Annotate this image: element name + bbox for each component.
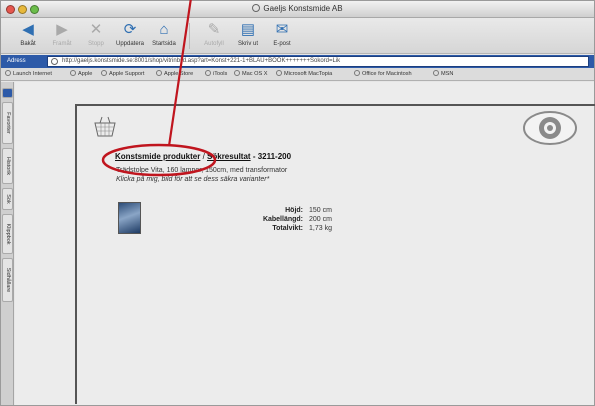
address-label: Adress <box>7 58 26 64</box>
favorite-link[interactable]: iTools <box>205 70 227 79</box>
favorite-icon <box>433 70 439 76</box>
forward-button[interactable]: ▶ Framåt <box>43 20 81 52</box>
spec-row: Totalvikt: 1,73 kg <box>253 224 332 233</box>
stop-label: Stopp <box>88 41 104 47</box>
favorite-label: Office for Macintosh <box>362 71 412 77</box>
address-input[interactable]: http://gaeljs.konstsmide.se:8001/shop/vi… <box>47 56 589 67</box>
page-globe-icon <box>252 4 261 12</box>
address-url: http://gaeljs.konstsmide.se:8001/shop/vi… <box>62 58 341 64</box>
spec-value: 1,73 kg <box>309 225 332 232</box>
print-button[interactable]: ▤ Skriv ut <box>229 20 267 52</box>
explorer-bar-toggle[interactable] <box>2 88 13 98</box>
page-frame <box>75 104 595 404</box>
home-icon: ⌂ <box>159 21 169 38</box>
tab-scrapbook[interactable]: Klippbok <box>2 214 13 254</box>
spec-value: 150 cm <box>309 207 332 214</box>
favorite-label: Apple Store <box>164 71 194 77</box>
breadcrumb-products-link[interactable]: Konstsmide produkter <box>115 152 200 161</box>
autofill-label: Autofyll <box>204 41 224 47</box>
favorite-link[interactable]: Apple Store <box>156 70 193 79</box>
product-thumbnail[interactable] <box>118 202 141 234</box>
favorite-link[interactable]: Apple Support <box>101 70 144 79</box>
mail-label: E-post <box>273 41 291 47</box>
explorer-bar-tabs: Favoriter Historik Sök Klippbok Sidhålla… <box>1 82 14 405</box>
favorite-icon <box>101 70 107 76</box>
favorite-link[interactable]: Mac OS X <box>234 70 268 79</box>
tab-search[interactable]: Sök <box>2 188 13 210</box>
favorite-icon <box>205 70 211 76</box>
tab-history-label: Historik <box>4 156 11 176</box>
favorite-icon <box>276 70 282 76</box>
back-button[interactable]: ◀ Bakåt <box>9 20 47 52</box>
breadcrumb-separator: / <box>200 152 208 161</box>
favorite-label: Launch Internet <box>13 71 52 77</box>
back-label: Bakåt <box>20 41 36 47</box>
forward-label: Framåt <box>52 41 72 47</box>
spec-key: Kabellängd: <box>262 216 303 223</box>
address-bar: Adress http://gaeljs.konstsmide.se:8001/… <box>1 55 594 68</box>
browser-window: Gaeljs Konstsmide AB ◀ Bakåt ▶ Framåt ✕ … <box>0 0 595 406</box>
breadcrumb-results-link[interactable]: Sökresultat <box>207 152 251 161</box>
home-label: Startsida <box>152 41 176 47</box>
favorite-label: iTools <box>213 71 228 77</box>
eye-logo-icon <box>523 111 577 145</box>
autofill-button[interactable]: ✎ Autofyll <box>195 20 233 52</box>
spec-value: 200 cm <box>309 216 332 223</box>
tab-page-holder-label: Sidhållare <box>4 267 11 293</box>
tab-favorites[interactable]: Favoriter <box>2 102 13 144</box>
spec-key: Höjd: <box>285 207 303 214</box>
home-button[interactable]: ⌂ Startsida <box>145 20 183 52</box>
print-icon: ▤ <box>240 21 256 38</box>
stop-button[interactable]: ✕ Stopp <box>77 20 115 52</box>
description-note: Klicka på mig, bild för att se dess säkr… <box>116 176 270 183</box>
tab-page-holder[interactable]: Sidhållare <box>2 258 13 302</box>
favorite-icon <box>234 70 240 76</box>
refresh-icon: ⟳ <box>123 21 137 38</box>
description-text: Trädstolpe Vita, 160 lampor, 150cm, med … <box>116 167 288 174</box>
favorite-link[interactable]: Microsoft MacTopia <box>276 70 332 79</box>
favorite-link[interactable]: MSN <box>433 70 453 79</box>
spec-key: Totalvikt: <box>272 225 303 232</box>
favorite-label: Mac OS X <box>242 71 268 77</box>
favorite-label: MSN <box>441 71 454 77</box>
spec-row: Kabellängd: 200 cm <box>253 215 332 224</box>
product-specs: Höjd: 150 cm Kabellängd: 200 cm Totalvikt:… <box>253 206 332 233</box>
url-globe-icon <box>51 58 58 65</box>
favorite-link[interactable]: Launch Internet <box>5 70 52 79</box>
title-bar: Gaeljs Konstsmide AB <box>1 1 594 18</box>
back-arrow-icon: ◀ <box>22 21 34 38</box>
product-code: - 3211-200 <box>250 152 292 161</box>
favorite-link[interactable]: Office for Macintosh <box>354 70 412 79</box>
tab-history[interactable]: Historik <box>2 148 13 184</box>
toolbar: ◀ Bakåt ▶ Framåt ✕ Stopp ⟳ Uppdatera ⌂ S… <box>1 18 594 54</box>
spec-row: Höjd: 150 cm <box>253 206 332 215</box>
print-label: Skriv ut <box>237 41 258 47</box>
favorite-label: Apple Support <box>109 71 145 77</box>
favorite-label: Microsoft MacTopia <box>284 71 333 77</box>
shopping-basket-icon[interactable] <box>91 114 119 138</box>
mail-icon: ✉ <box>275 21 289 38</box>
forward-arrow-icon: ▶ <box>56 21 68 38</box>
favorite-icon <box>354 70 360 76</box>
favorite-link[interactable]: Apple <box>70 70 92 79</box>
product-headline: Konstsmide produkter / Sökresultat - 321… <box>115 152 291 161</box>
refresh-label: Uppdatera <box>115 41 145 47</box>
page-content: Konstsmide produkter / Sökresultat - 321… <box>15 82 595 405</box>
tab-scrapbook-label: Klippbok <box>4 223 11 245</box>
favorite-icon <box>5 70 11 76</box>
stop-icon: ✕ <box>89 21 103 38</box>
tab-search-label: Sök <box>4 194 11 204</box>
toolbar-separator <box>189 23 190 49</box>
tab-favorites-label: Favoriter <box>4 112 11 134</box>
favorites-bar: Launch Internet Apple Apple Support Appl… <box>1 68 594 81</box>
product-description: Trädstolpe Vita, 160 lampor, 150cm, med … <box>116 166 287 184</box>
window-title: Gaeljs Konstsmide AB <box>263 4 343 13</box>
favorite-icon <box>70 70 76 76</box>
autofill-icon: ✎ <box>207 21 221 38</box>
favorite-label: Apple <box>78 71 93 77</box>
favorite-icon <box>156 70 162 76</box>
refresh-button[interactable]: ⟳ Uppdatera <box>111 20 149 52</box>
mail-button[interactable]: ✉ E-post <box>263 20 301 52</box>
